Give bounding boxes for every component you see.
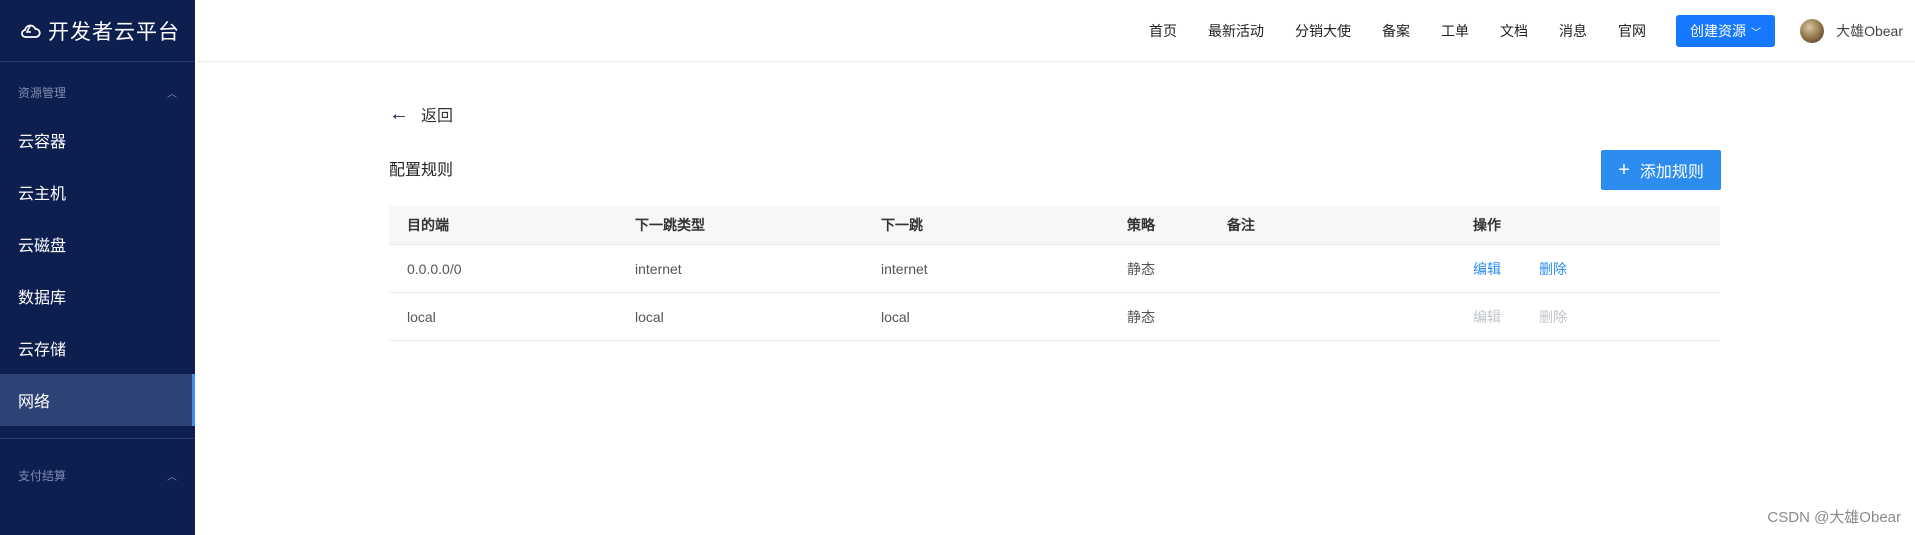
sidebar-divider: [0, 438, 195, 439]
nav-events[interactable]: 最新活动: [1208, 21, 1264, 41]
arrow-left-icon: ←: [389, 103, 409, 125]
cell-next-hop-type: local: [635, 308, 664, 325]
table-row: local local local 静态 编辑 删除: [389, 293, 1720, 341]
plus-icon: +: [1618, 159, 1630, 181]
sidebar: 开发者云平台 资源管理 ︿ 云容器 云主机 云磁盘 数据库 云存储 网络 支付结…: [0, 0, 195, 535]
cell-dest: 0.0.0.0/0: [407, 260, 462, 277]
top-bar: 首页 最新活动 分销大使 备案 工单 文档 消息 官网 创建资源 ﹀ 大雄Obe…: [195, 0, 1915, 62]
avatar: [1800, 19, 1825, 43]
column-header: 下一跳类型: [635, 217, 705, 233]
section-title: 配置规则: [389, 162, 454, 179]
column-header: 操作: [1473, 217, 1501, 233]
sidebar-item-label: 云磁盘: [18, 238, 67, 255]
add-rule-button[interactable]: + 添加规则: [1601, 150, 1721, 190]
sidebar-item-label: 云主机: [18, 186, 67, 203]
back-link[interactable]: ← 返回: [389, 102, 453, 126]
delete-button-disabled: 删除: [1539, 308, 1567, 325]
sidebar-group-billing[interactable]: 支付结算 ︿: [0, 453, 195, 497]
sidebar-item-database[interactable]: 数据库: [0, 270, 195, 322]
back-label: 返回: [421, 108, 454, 125]
cell-policy: 静态: [1127, 260, 1155, 277]
nav-filing[interactable]: 备案: [1382, 21, 1410, 41]
sidebar-item-container[interactable]: 云容器: [0, 114, 195, 166]
sidebar-item-disk[interactable]: 云磁盘: [0, 218, 195, 270]
rules-table: 目的端 下一跳类型 下一跳 策略 备注 操作 0.0.0.0/0 interne…: [389, 206, 1720, 341]
cell-next-hop-type: internet: [635, 260, 682, 277]
table-header: 目的端 下一跳类型 下一跳 策略 备注 操作: [389, 206, 1720, 245]
add-rule-label: 添加规则: [1639, 164, 1704, 181]
sidebar-item-network[interactable]: 网络: [0, 374, 195, 426]
column-header: 下一跳: [881, 217, 923, 233]
delete-button[interactable]: 删除: [1539, 259, 1567, 279]
sidebar-group-label: 支付结算: [18, 468, 67, 483]
column-header: 目的端: [407, 217, 449, 233]
sidebar-item-label: 网络: [18, 394, 51, 411]
column-header: 策略: [1127, 217, 1155, 233]
watermark: CSDN @大雄Obear: [1767, 509, 1901, 526]
sidebar-item-label: 数据库: [18, 290, 67, 307]
username: 大雄Obear: [1836, 23, 1903, 39]
sidebar-item-storage[interactable]: 云存储: [0, 322, 195, 374]
edit-button[interactable]: 编辑: [1473, 259, 1501, 279]
top-nav: 首页 最新活动 分销大使 备案 工单 文档 消息 官网 创建资源 ﹀: [1118, 0, 1775, 62]
create-resource-button[interactable]: 创建资源 ﹀: [1676, 15, 1775, 47]
cloud-icon: [20, 20, 42, 42]
nav-docs[interactable]: 文档: [1500, 21, 1528, 41]
sidebar-item-host[interactable]: 云主机: [0, 166, 195, 218]
chevron-up-icon: ︿: [167, 88, 177, 100]
user-menu[interactable]: 大雄Obear: [1800, 0, 1903, 62]
table-row: 0.0.0.0/0 internet internet 静态 编辑 删除: [389, 245, 1720, 293]
sidebar-group-resource[interactable]: 资源管理 ︿: [0, 70, 195, 114]
column-header: 备注: [1227, 217, 1255, 233]
cell-actions: 编辑 删除: [1473, 307, 1605, 327]
nav-affiliate[interactable]: 分销大使: [1295, 21, 1351, 41]
logo[interactable]: 开发者云平台: [0, 0, 195, 62]
create-resource-label: 创建资源: [1690, 23, 1746, 39]
cell-actions: 编辑 删除: [1473, 259, 1605, 279]
cell-dest: local: [407, 308, 436, 325]
sidebar-group-label: 资源管理: [18, 85, 67, 100]
nav-messages[interactable]: 消息: [1559, 21, 1587, 41]
cell-policy: 静态: [1127, 308, 1155, 325]
sidebar-item-label: 云存储: [18, 342, 67, 359]
sidebar-item-label: 云容器: [18, 134, 67, 151]
chevron-down-icon: ﹀: [1751, 27, 1761, 39]
app-title: 开发者云平台: [48, 20, 180, 44]
chevron-up-icon: ︿: [167, 471, 177, 483]
cell-next-hop: internet: [881, 260, 928, 277]
cell-next-hop: local: [881, 308, 910, 325]
nav-website[interactable]: 官网: [1618, 21, 1646, 41]
nav-home[interactable]: 首页: [1149, 21, 1177, 41]
nav-ticket[interactable]: 工单: [1441, 21, 1469, 41]
edit-button-disabled: 编辑: [1473, 308, 1501, 325]
